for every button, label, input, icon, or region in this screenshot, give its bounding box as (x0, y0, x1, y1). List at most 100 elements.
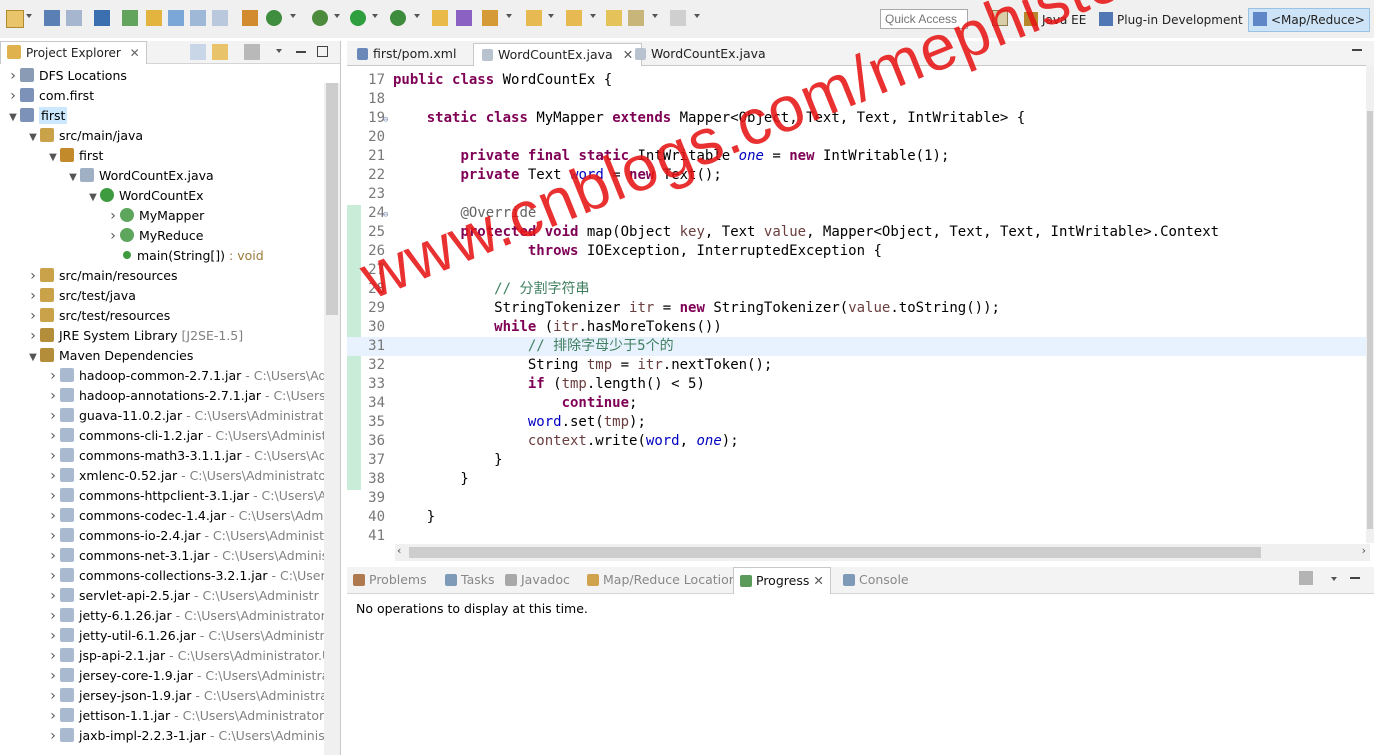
collapsed-twisty-icon[interactable]: › (46, 466, 60, 486)
save-icon[interactable] (44, 10, 60, 26)
scroll-right-icon[interactable]: › (1362, 544, 1366, 557)
collapsed-twisty-icon[interactable]: › (6, 66, 20, 86)
code-line[interactable]: 40 } (347, 508, 1366, 527)
collapsed-twisty-icon[interactable]: › (46, 606, 60, 626)
scroll-left-icon[interactable]: ‹ (397, 544, 401, 557)
tab-map-reduce-locations[interactable]: Map/Reduce Locations (587, 567, 743, 593)
tree-item[interactable]: › commons-codec-1.4.jar - C:\Users\Admin (46, 506, 335, 526)
collapsed-twisty-icon[interactable]: › (46, 646, 60, 666)
collapsed-twisty-icon[interactable]: › (46, 626, 60, 646)
run-dropdown-arrow[interactable] (372, 14, 378, 18)
collapsed-twisty-icon[interactable]: › (106, 206, 120, 226)
minimize-icon[interactable] (296, 51, 306, 53)
tab-progress[interactable]: Progress ✕ (733, 567, 831, 594)
tree-item[interactable]: › jsp-api-2.1.jar - C:\Users\Administrato… (46, 646, 331, 666)
tab-pom-xml[interactable]: first/pom.xml (349, 43, 464, 65)
perspective-plugin-development[interactable]: Plug-in Development (1099, 12, 1243, 27)
collapsed-twisty-icon[interactable]: › (26, 286, 40, 306)
open-task-icon[interactable] (456, 10, 472, 26)
code-line[interactable]: 28 // 分割字符串 (347, 280, 1366, 299)
expanded-twisty-icon[interactable]: ▼ (66, 168, 80, 188)
focus-icon[interactable] (244, 44, 260, 60)
run-icon[interactable] (350, 10, 366, 26)
perspective-mapreduce[interactable]: <Map/Reduce> (1248, 8, 1370, 32)
search-icon[interactable] (482, 10, 498, 26)
expanded-twisty-icon[interactable]: ▼ (26, 348, 40, 368)
collapsed-twisty-icon[interactable]: › (26, 266, 40, 286)
explorer-vertical-scrollbar[interactable] (324, 83, 340, 755)
tree-item[interactable]: › jersey-json-1.9.jar - C:\Users\Administ… (46, 686, 333, 706)
collapsed-twisty-icon[interactable]: › (46, 366, 60, 386)
collapsed-twisty-icon[interactable]: › (46, 706, 60, 726)
back-dropdown-arrow[interactable] (652, 14, 658, 18)
tree-item[interactable]: › jetty-util-6.1.26.jar - C:\Users\Admini… (46, 626, 337, 646)
collapsed-twisty-icon[interactable]: › (6, 86, 20, 106)
link-icon[interactable] (168, 10, 184, 26)
view-menu-icon[interactable] (1331, 577, 1337, 581)
next-annotation-dropdown-arrow[interactable] (548, 14, 554, 18)
tree-item[interactable]: ▼ WordCountEx (86, 186, 204, 206)
collapsed-twisty-icon[interactable]: › (46, 726, 60, 746)
expanded-twisty-icon[interactable]: ▼ (86, 188, 100, 208)
code-line[interactable]: 38 } (347, 470, 1366, 489)
refresh-icon[interactable] (266, 10, 282, 26)
tab-javadoc[interactable]: Javadoc (505, 567, 570, 593)
tree-item[interactable]: › DFS Locations (6, 66, 127, 86)
collapsed-twisty-icon[interactable]: › (46, 406, 60, 426)
tab-problems[interactable]: Problems (353, 567, 427, 593)
collapsed-twisty-icon[interactable]: › (46, 526, 60, 546)
tree-item[interactable]: › jettison-1.1.jar - C:\Users\Administrat… (46, 706, 336, 726)
collapsed-twisty-icon[interactable]: › (46, 686, 60, 706)
code-line[interactable]: 21 private final static IntWritable one … (347, 147, 1366, 166)
code-line[interactable]: 33 if (tmp.length() < 5) (347, 375, 1366, 394)
editor-scroll-thumb[interactable] (1367, 111, 1373, 529)
explorer-scroll-thumb[interactable] (326, 83, 338, 315)
run-external-tool-icon[interactable] (390, 10, 406, 26)
expanded-twisty-icon[interactable]: ▼ (26, 128, 40, 148)
code-line[interactable]: 29 StringTokenizer itr = new StringToken… (347, 299, 1366, 318)
tab-project-explorer[interactable]: Project Explorer ✕ (0, 41, 147, 64)
tree-item[interactable]: › src/test/resources (26, 306, 170, 326)
forward-dropdown-arrow[interactable] (694, 14, 700, 18)
collapsed-twisty-icon[interactable]: › (46, 566, 60, 586)
code-line[interactable]: 31 // 排除字母少于5个的 (347, 337, 1366, 356)
collapsed-twisty-icon[interactable]: › (46, 586, 60, 606)
code-line[interactable]: 35 word.set(tmp); (347, 413, 1366, 432)
code-line[interactable]: 20 (347, 128, 1366, 147)
editor-vertical-scrollbar[interactable] (1366, 65, 1374, 543)
refresh-dropdown-arrow[interactable] (290, 14, 296, 18)
collapsed-twisty-icon[interactable]: › (46, 506, 60, 526)
tree-item[interactable]: › xmlenc-0.52.jar - C:\Users\Administrato… (46, 466, 334, 486)
tree-item[interactable]: ▼ Maven Dependencies (26, 346, 193, 366)
code-line[interactable]: 36 context.write(word, one); (347, 432, 1366, 451)
tree-item[interactable]: › jaxb-impl-2.2.3-1.jar - C:\Users\Admini… (46, 726, 335, 746)
new-dropdown-arrow[interactable] (26, 14, 32, 18)
code-line[interactable]: 30 while (itr.hasMoreTokens()) (347, 318, 1366, 337)
collapsed-twisty-icon[interactable]: › (46, 666, 60, 686)
tree-item[interactable]: › hadoop-annotations-2.7.1.jar - C:\Users… (46, 386, 330, 406)
save-all-icon[interactable] (66, 10, 82, 26)
debug-icon[interactable] (312, 10, 328, 26)
expanded-twisty-icon[interactable]: ▼ (46, 148, 60, 168)
tree-item[interactable]: › guava-11.0.2.jar - C:\Users\Administrat… (46, 406, 336, 426)
back-icon[interactable] (628, 10, 644, 26)
block-selection-icon[interactable] (190, 10, 206, 26)
collapsed-twisty-icon[interactable]: › (26, 326, 40, 346)
debug-dropdown-arrow[interactable] (334, 14, 340, 18)
code-line[interactable]: 41 (347, 527, 1366, 545)
tree-item[interactable]: › commons-io-2.4.jar - C:\Users\Administr (46, 526, 329, 546)
search-dropdown-arrow[interactable] (506, 14, 512, 18)
view-menu-icon[interactable] (276, 49, 282, 53)
tree-item[interactable]: ▼ WordCountEx.java (66, 166, 214, 186)
code-area[interactable]: 17 public class WordCountEx {18 19⊖ static… (347, 71, 1366, 545)
tree-item[interactable]: › JRE System Library [J2SE-1.5] (26, 326, 243, 346)
previous-annotation-dropdown-arrow[interactable] (590, 14, 596, 18)
tab-wordcountex[interactable]: WordCountEx.java (627, 43, 774, 65)
maximize-icon[interactable] (317, 46, 328, 57)
new-icon[interactable] (6, 10, 24, 28)
collapsed-twisty-icon[interactable]: › (46, 386, 60, 406)
tab-wordcountex-active[interactable]: WordCountEx.java ✕ (473, 43, 643, 66)
new-server-icon[interactable] (242, 10, 258, 26)
tree-item[interactable]: main(String[]) : void (106, 246, 264, 266)
tree-item[interactable]: ▼ first (6, 106, 68, 126)
